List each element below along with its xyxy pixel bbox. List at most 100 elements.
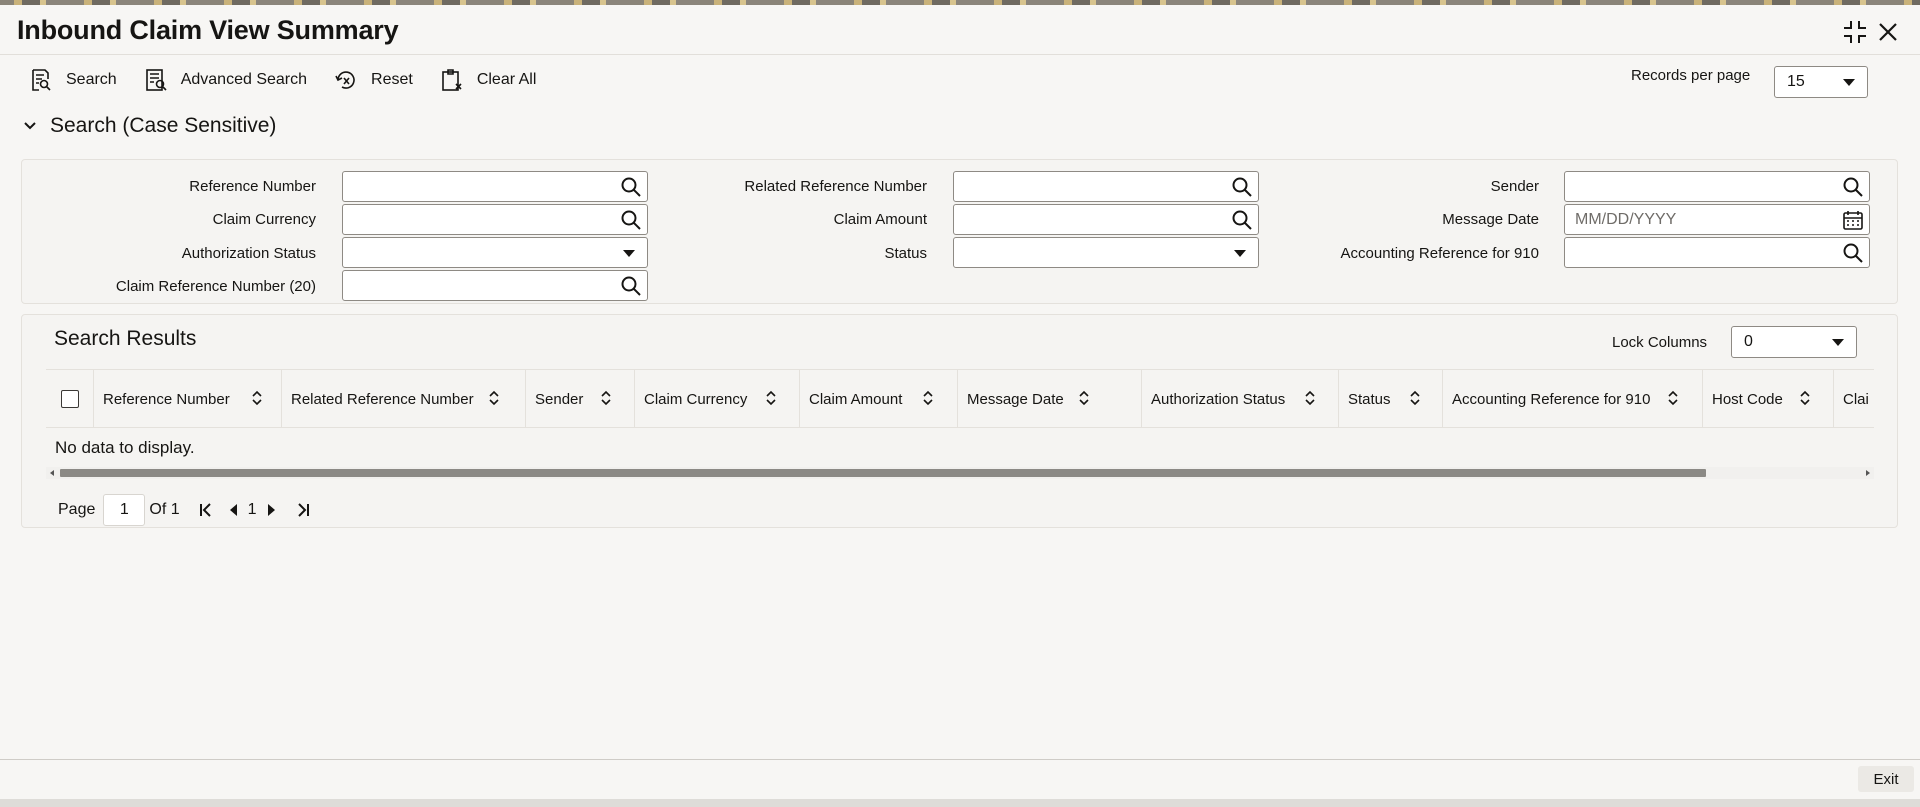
search-icon[interactable] bbox=[1842, 176, 1864, 198]
column-header[interactable]: Reference Number bbox=[94, 370, 282, 428]
first-page-icon[interactable] bbox=[196, 500, 216, 520]
search-icon[interactable] bbox=[1231, 176, 1253, 198]
accounting-reference-910-input[interactable] bbox=[1564, 237, 1870, 268]
search-doc-icon bbox=[32, 69, 51, 91]
search-results-title: Search Results bbox=[54, 327, 197, 350]
current-page-number[interactable]: 1 bbox=[248, 501, 257, 519]
sort-icon[interactable] bbox=[765, 390, 777, 406]
claim-currency-label: Claim Currency bbox=[212, 211, 316, 228]
search-section-toggle[interactable]: Search (Case Sensitive) bbox=[22, 114, 276, 138]
next-page-icon[interactable] bbox=[261, 500, 281, 520]
column-header[interactable]: Claim Amount bbox=[800, 370, 958, 428]
page-label: Page bbox=[58, 501, 96, 518]
column-header-label: Clai bbox=[1843, 390, 1869, 408]
empty-results-message: No data to display. bbox=[55, 438, 195, 457]
column-header-label: Related Reference Number bbox=[291, 390, 474, 408]
column-header-label: Status bbox=[1348, 390, 1391, 408]
message-date-placeholder: MM/DD/YYYY bbox=[1575, 210, 1677, 228]
column-header-label: Claim Currency bbox=[644, 390, 748, 408]
column-header[interactable]: Claim Currency bbox=[635, 370, 800, 428]
sort-icon[interactable] bbox=[488, 390, 500, 406]
last-page-icon[interactable] bbox=[293, 500, 313, 520]
records-per-page-value: 15 bbox=[1787, 73, 1805, 90]
scrollbar-thumb[interactable] bbox=[60, 469, 1706, 477]
advanced-search-icon bbox=[145, 69, 167, 91]
column-header[interactable]: Authorization Status bbox=[1142, 370, 1339, 428]
column-header[interactable]: Related Reference Number bbox=[282, 370, 526, 428]
claim-reference-number-20-label: Claim Reference Number (20) bbox=[115, 278, 316, 295]
column-header-label: Accounting Reference for 910 bbox=[1452, 390, 1651, 408]
column-header[interactable]: Clai bbox=[1834, 370, 1874, 428]
clear-all-button-label: Clear All bbox=[476, 71, 537, 88]
sort-icon[interactable] bbox=[1667, 390, 1679, 406]
scroll-right-icon[interactable] bbox=[1866, 470, 1870, 476]
records-per-page-label: Records per page bbox=[1631, 67, 1751, 84]
sort-icon[interactable] bbox=[922, 390, 934, 406]
close-icon[interactable] bbox=[1874, 18, 1902, 46]
grid-header: Reference Number Related Reference Numbe… bbox=[46, 370, 1874, 428]
scroll-left-icon[interactable] bbox=[50, 470, 54, 476]
claim-reference-number-20-input[interactable] bbox=[342, 270, 648, 301]
sort-icon[interactable] bbox=[251, 390, 263, 406]
results-grid: Reference Number Related Reference Numbe… bbox=[46, 369, 1874, 481]
sort-icon[interactable] bbox=[1799, 390, 1811, 406]
search-icon[interactable] bbox=[620, 275, 642, 297]
claim-currency-input[interactable] bbox=[342, 204, 648, 235]
pagination: Page 1 Of 1 1 bbox=[58, 493, 313, 527]
search-icon[interactable] bbox=[620, 176, 642, 198]
column-header-label: Message Date bbox=[967, 390, 1064, 408]
column-header-label: Authorization Status bbox=[1151, 390, 1286, 408]
sort-icon[interactable] bbox=[1078, 390, 1090, 406]
column-header[interactable]: Message Date bbox=[958, 370, 1142, 428]
reset-button-label: Reset bbox=[371, 71, 413, 88]
authorization-status-select[interactable] bbox=[342, 237, 648, 268]
reference-number-input[interactable] bbox=[342, 171, 648, 202]
search-icon[interactable] bbox=[620, 209, 642, 231]
status-select[interactable] bbox=[953, 237, 1259, 268]
clear-all-icon bbox=[442, 69, 462, 91]
search-icon[interactable] bbox=[1842, 242, 1864, 264]
column-header-label: Host Code bbox=[1712, 390, 1783, 408]
column-header[interactable]: Host Code bbox=[1703, 370, 1834, 428]
chevron-down-icon[interactable] bbox=[623, 250, 635, 257]
previous-page-icon[interactable] bbox=[224, 500, 244, 520]
horizontal-scrollbar[interactable] bbox=[46, 467, 1874, 479]
sort-icon[interactable] bbox=[1409, 390, 1421, 406]
search-icon[interactable] bbox=[1231, 209, 1253, 231]
message-date-input[interactable]: MM/DD/YYYY bbox=[1564, 204, 1870, 235]
chevron-down-icon bbox=[24, 122, 36, 130]
sender-label: Sender bbox=[1490, 178, 1539, 195]
reference-number-label: Reference Number bbox=[189, 178, 316, 195]
lock-columns-select[interactable]: 0 bbox=[1731, 326, 1857, 358]
search-section-title: Search (Case Sensitive) bbox=[50, 114, 277, 137]
clear-all-button[interactable]: Clear All bbox=[439, 67, 537, 93]
exit-button[interactable]: Exit bbox=[1858, 766, 1914, 792]
title-bar: Inbound Claim View Summary bbox=[0, 5, 1920, 55]
advanced-search-button[interactable]: Advanced Search bbox=[143, 67, 307, 93]
minimize-icon[interactable] bbox=[1841, 18, 1869, 46]
sort-icon[interactable] bbox=[600, 390, 612, 406]
column-header[interactable]: Sender bbox=[526, 370, 635, 428]
chevron-down-icon bbox=[1832, 339, 1844, 346]
related-reference-number-input[interactable] bbox=[953, 171, 1259, 202]
calendar-icon[interactable] bbox=[1842, 209, 1864, 231]
status-label: Status bbox=[884, 245, 927, 262]
page-number-value: 1 bbox=[119, 501, 129, 518]
claim-amount-input[interactable] bbox=[953, 204, 1259, 235]
records-per-page-select[interactable]: 15 bbox=[1774, 66, 1868, 98]
sort-icon[interactable] bbox=[1304, 390, 1316, 406]
page-number-input[interactable]: 1 bbox=[103, 494, 146, 526]
footer-divider bbox=[0, 759, 1920, 760]
chevron-down-icon bbox=[1843, 79, 1855, 86]
toolbar: Search Advanced Search Reset Clear All bbox=[28, 64, 562, 96]
reset-button[interactable]: Reset bbox=[333, 67, 413, 93]
page-title: Inbound Claim View Summary bbox=[17, 15, 399, 45]
search-button[interactable]: Search bbox=[28, 67, 117, 93]
sender-input[interactable] bbox=[1564, 171, 1870, 202]
chevron-down-icon[interactable] bbox=[1234, 250, 1246, 257]
column-header-label: Reference Number bbox=[103, 390, 230, 408]
column-header[interactable]: Accounting Reference for 910 bbox=[1443, 370, 1703, 428]
search-button-label: Search bbox=[66, 71, 117, 88]
column-header[interactable]: Status bbox=[1339, 370, 1443, 428]
select-all-checkbox[interactable] bbox=[61, 390, 79, 408]
